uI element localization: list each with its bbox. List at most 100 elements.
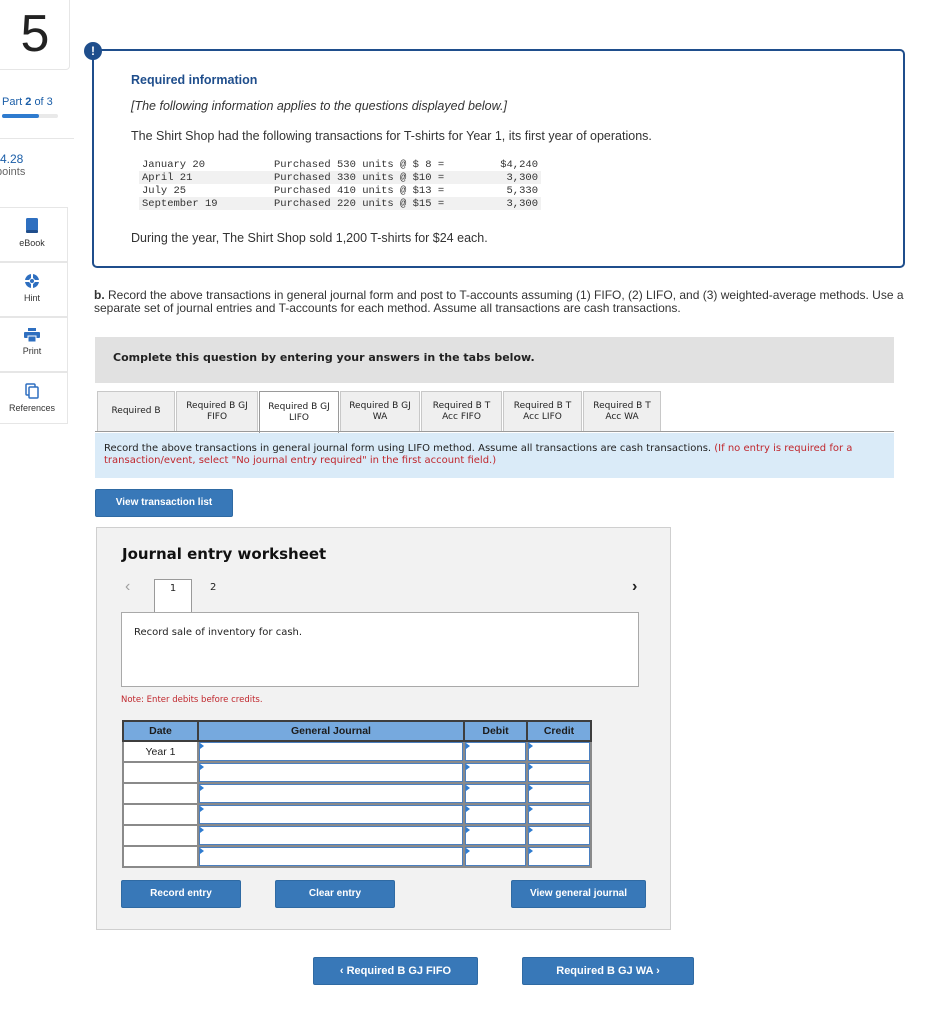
instructions-box: Record the above transactions in general… bbox=[95, 433, 894, 478]
question-text: b. Record the above transactions in gene… bbox=[94, 289, 914, 315]
debit-input[interactable] bbox=[465, 826, 526, 845]
credit-cell bbox=[526, 824, 592, 847]
account-cell bbox=[197, 761, 465, 784]
transaction-date: July 25 bbox=[142, 184, 187, 197]
transaction-amount: 3,300 bbox=[481, 197, 541, 210]
date-cell bbox=[122, 761, 199, 784]
part-current: 2 bbox=[25, 96, 32, 108]
transaction-description-text: Record sale of inventory for cash. bbox=[134, 627, 303, 638]
view-general-journal-button[interactable]: View general journal bbox=[511, 880, 646, 908]
record-entry-button[interactable]: Record entry bbox=[121, 880, 241, 908]
account-cell bbox=[197, 740, 465, 763]
transaction-desc: Purchased 220 units @ $15 = bbox=[271, 197, 481, 210]
tab-required-b-t-acc-fifo[interactable]: Required B T Acc FIFO bbox=[421, 391, 502, 431]
debit-cell bbox=[463, 845, 528, 868]
transaction-desc: Purchased 330 units @ $10 = bbox=[271, 171, 481, 184]
transactions-table: January 20 Purchased 530 units @ $ 8 = $… bbox=[139, 158, 541, 210]
tab-sublabel: LIFO bbox=[289, 412, 309, 423]
credit-input[interactable] bbox=[528, 826, 590, 845]
transaction-desc: Purchased 530 units @ $ 8 = bbox=[274, 158, 445, 171]
date-cell bbox=[122, 782, 199, 805]
debit-cell bbox=[463, 761, 528, 784]
account-input[interactable] bbox=[199, 805, 463, 824]
transaction-date: September 19 bbox=[139, 197, 271, 210]
required-information-card: Required information [The following info… bbox=[92, 49, 905, 268]
tab-required-b-gj-fifo[interactable]: Required B GJ FIFO bbox=[176, 391, 258, 431]
account-input[interactable] bbox=[199, 784, 463, 803]
debit-input[interactable] bbox=[465, 805, 526, 824]
account-input[interactable] bbox=[199, 826, 463, 845]
credit-input[interactable] bbox=[528, 742, 590, 761]
question-label: b. bbox=[94, 288, 105, 302]
complete-prompt: Complete this question by entering your … bbox=[113, 351, 535, 364]
points-value: 4.28 bbox=[0, 152, 24, 166]
transaction-desc: Purchased 410 units @ $13 = bbox=[274, 184, 445, 197]
account-cell bbox=[197, 803, 465, 826]
account-cell bbox=[197, 845, 465, 868]
tab-required-b-gj-wa[interactable]: Required B GJ WA bbox=[340, 391, 420, 431]
debit-input[interactable] bbox=[465, 742, 526, 761]
account-input[interactable] bbox=[199, 742, 463, 761]
credit-input[interactable] bbox=[528, 763, 590, 782]
tab-label: Required B T bbox=[513, 400, 572, 411]
book-icon bbox=[26, 218, 38, 233]
next-page-chevron-icon[interactable]: › bbox=[632, 578, 637, 596]
tab-label: Required B GJ bbox=[186, 400, 248, 411]
journal-row bbox=[122, 761, 592, 784]
clear-entry-button[interactable]: Clear entry bbox=[275, 880, 395, 908]
debit-cell bbox=[463, 803, 528, 826]
date-cell bbox=[122, 824, 199, 847]
journal-row bbox=[122, 782, 592, 805]
part-indicator: Part 2 of 3 bbox=[2, 96, 53, 108]
account-input[interactable] bbox=[199, 763, 463, 782]
tab-sublabel: Acc WA bbox=[605, 411, 639, 422]
prev-tab-button[interactable]: ‹ Required B GJ FIFO bbox=[313, 957, 478, 985]
column-header-debit: Debit bbox=[463, 720, 528, 742]
column-header-general-journal: General Journal bbox=[197, 720, 465, 742]
tab-required-b-t-acc-lifo[interactable]: Required B T Acc LIFO bbox=[503, 391, 582, 431]
date-cell bbox=[122, 845, 199, 868]
journal-entry-worksheet: Journal entry worksheet ‹ 1 2 › Record s… bbox=[96, 527, 671, 930]
view-transaction-list-button[interactable]: View transaction list bbox=[95, 489, 233, 517]
account-input[interactable] bbox=[199, 847, 463, 866]
column-header-date: Date bbox=[122, 720, 199, 742]
part-progress-bar bbox=[2, 114, 58, 118]
tab-required-b-t-acc-wa[interactable]: Required B T Acc WA bbox=[583, 391, 661, 431]
prev-page-chevron-icon[interactable]: ‹ bbox=[125, 578, 130, 596]
print-button[interactable]: Print bbox=[0, 317, 68, 372]
tab-label: Required B GJ bbox=[268, 401, 330, 412]
divider bbox=[0, 138, 74, 139]
credit-input[interactable] bbox=[528, 784, 590, 803]
hint-button[interactable]: Hint bbox=[0, 262, 68, 317]
transaction-amount: $4,240 bbox=[500, 158, 538, 171]
worksheet-page-1[interactable]: 1 bbox=[154, 579, 192, 613]
references-label: References bbox=[8, 403, 56, 413]
debit-input[interactable] bbox=[465, 784, 526, 803]
ebook-button[interactable]: eBook bbox=[0, 207, 68, 262]
transaction-date: April 21 bbox=[139, 171, 271, 184]
credit-cell bbox=[526, 740, 592, 763]
tab-label: Required B GJ bbox=[349, 400, 411, 411]
journal-row bbox=[122, 824, 592, 847]
tab-required-b[interactable]: Required B bbox=[97, 391, 175, 431]
credit-input[interactable] bbox=[528, 847, 590, 866]
transaction-amount: 5,330 bbox=[506, 184, 538, 197]
tab-sublabel: Acc LIFO bbox=[523, 411, 562, 422]
instructions-text: Record the above transactions in general… bbox=[104, 443, 715, 454]
part-progress-fill bbox=[2, 114, 40, 118]
credit-cell bbox=[526, 782, 592, 805]
next-tab-button[interactable]: Required B GJ WA › bbox=[522, 957, 694, 985]
transaction-row: July 25 Purchased 410 units @ $13 = 5,33… bbox=[139, 184, 541, 197]
references-button[interactable]: References bbox=[0, 372, 68, 424]
info-note: [The following information applies to th… bbox=[131, 99, 507, 113]
journal-row bbox=[122, 803, 592, 826]
worksheet-page-2[interactable]: 2 bbox=[210, 579, 230, 597]
credit-cell bbox=[526, 803, 592, 826]
debit-input[interactable] bbox=[465, 763, 526, 782]
debits-note: Note: Enter debits before credits. bbox=[121, 695, 263, 705]
debit-input[interactable] bbox=[465, 847, 526, 866]
tab-label: Required B T bbox=[593, 400, 651, 411]
credit-input[interactable] bbox=[528, 805, 590, 824]
column-header-credit: Credit bbox=[526, 720, 592, 742]
tab-required-b-gj-lifo[interactable]: Required B GJ LIFO bbox=[259, 391, 339, 433]
